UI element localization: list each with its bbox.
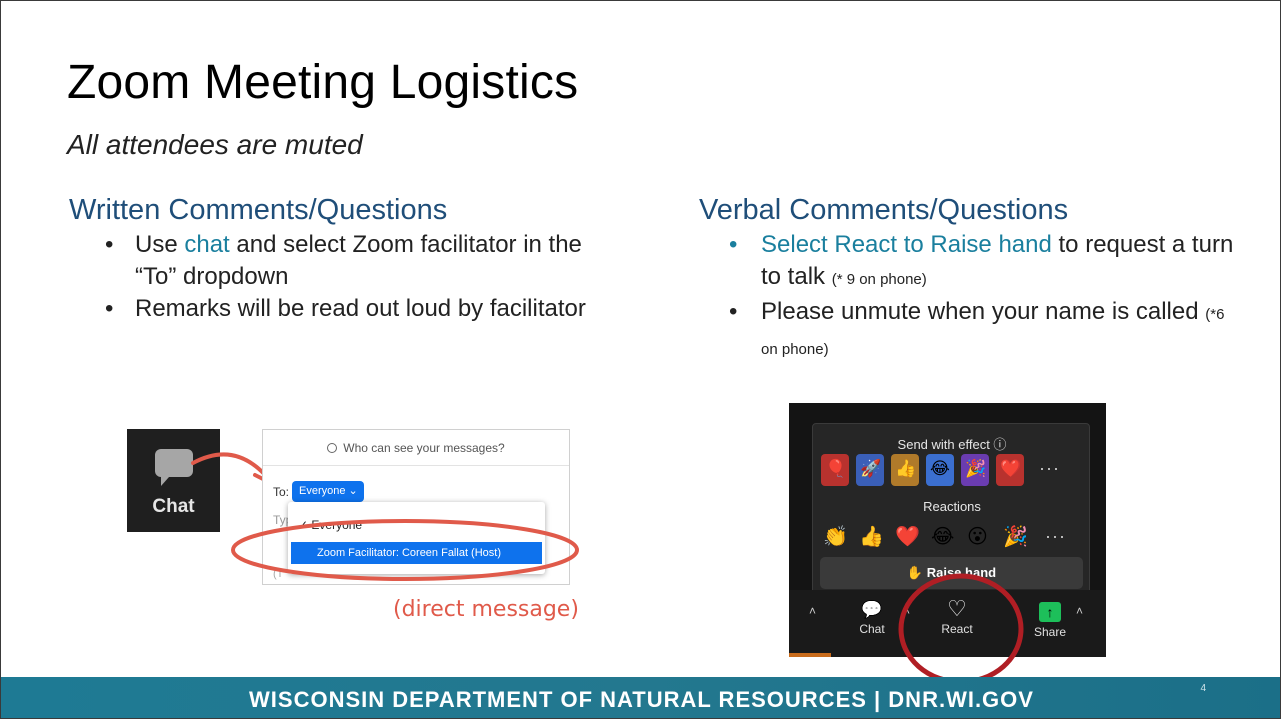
footer-bar: WISCONSIN DEPARTMENT OF NATURAL RESOURCE…	[1, 677, 1280, 718]
verbal-heading: Verbal Comments/Questions	[699, 194, 1069, 226]
effect-balloon[interactable]: 🎈	[821, 454, 849, 486]
bullet-dot: •	[729, 231, 738, 258]
bullet-dot: •	[729, 298, 738, 325]
to-label: To:	[273, 485, 290, 499]
orange-strip	[789, 653, 831, 657]
send-with-effect-label: Send with effect ⓘ	[897, 437, 1007, 452]
reaction-heart[interactable]: ❤️	[895, 524, 920, 549]
reactions-label: Reactions	[923, 499, 981, 514]
reactions-popup: Send with effect ⓘ 🎈 🚀 👍 😂 🎉 ❤️ ··· Reac…	[812, 423, 1090, 595]
verbal-bullet-raise-hand: • Select React to Raise hand to request a…	[729, 231, 1234, 290]
effect-rocket[interactable]: 🚀	[856, 454, 884, 486]
chevron-up-icon[interactable]: ˄	[1076, 604, 1083, 618]
share-icon: ↑	[1039, 602, 1061, 622]
who-can-see-row[interactable]: Who can see your messages?	[263, 430, 569, 466]
chat-tile-label: Chat	[152, 496, 195, 517]
chat-bubble-icon	[155, 449, 193, 486]
more-reactions-icon[interactable]: ···	[1045, 526, 1066, 547]
direct-message-note: (direct message)	[393, 597, 579, 622]
more-effects-icon[interactable]: ···	[1039, 458, 1060, 479]
page-number: 4	[1200, 683, 1206, 694]
effect-heart[interactable]: ❤️	[996, 454, 1024, 486]
written-bullet-remarks: • Remarks will be read out loud by facili…	[99, 293, 599, 325]
slide: Zoom Meeting Logistics All attendees are…	[0, 0, 1281, 719]
written-bullets: • Use chat and select Zoom facilitator in…	[99, 229, 599, 325]
reaction-wow[interactable]: 😮	[967, 524, 988, 549]
footer-text: WISCONSIN DEPARTMENT OF NATURAL RESOURCE…	[249, 687, 1034, 712]
recipient-dropdown-button[interactable]: Everyone ⌄	[292, 481, 364, 502]
highlight-ellipse	[231, 519, 579, 581]
reaction-thumbs-up[interactable]: 👍	[859, 524, 884, 549]
written-heading: Written Comments/Questions	[69, 194, 448, 226]
raise-hand-link-text: Select React to Raise hand	[761, 231, 1052, 258]
reaction-party[interactable]: 🎉	[1003, 524, 1028, 549]
chevron-up-icon[interactable]: ˄	[809, 604, 816, 618]
reaction-laugh[interactable]: 😂	[931, 524, 954, 549]
effect-thumbs-up[interactable]: 👍	[891, 454, 919, 486]
verbal-bullet-unmute: • Please unmute when your name is called …	[729, 298, 1225, 358]
slide-subtitle: All attendees are muted	[67, 129, 363, 160]
effect-laugh[interactable]: 😂	[926, 454, 954, 486]
written-bullet-chat: • Use chat and select Zoom facilitator in…	[105, 231, 582, 290]
person-icon	[327, 443, 338, 453]
bullet-dot: •	[105, 231, 114, 258]
chat-link-text: chat	[184, 231, 230, 258]
reaction-clap[interactable]: 👏	[823, 524, 848, 549]
highlight-circle	[898, 573, 1024, 685]
effect-party[interactable]: 🎉	[961, 454, 989, 486]
verbal-bullets: • Select React to Raise hand to request a…	[725, 229, 1245, 366]
slide-title: Zoom Meeting Logistics	[67, 56, 579, 109]
bullet-dot: •	[105, 295, 114, 322]
